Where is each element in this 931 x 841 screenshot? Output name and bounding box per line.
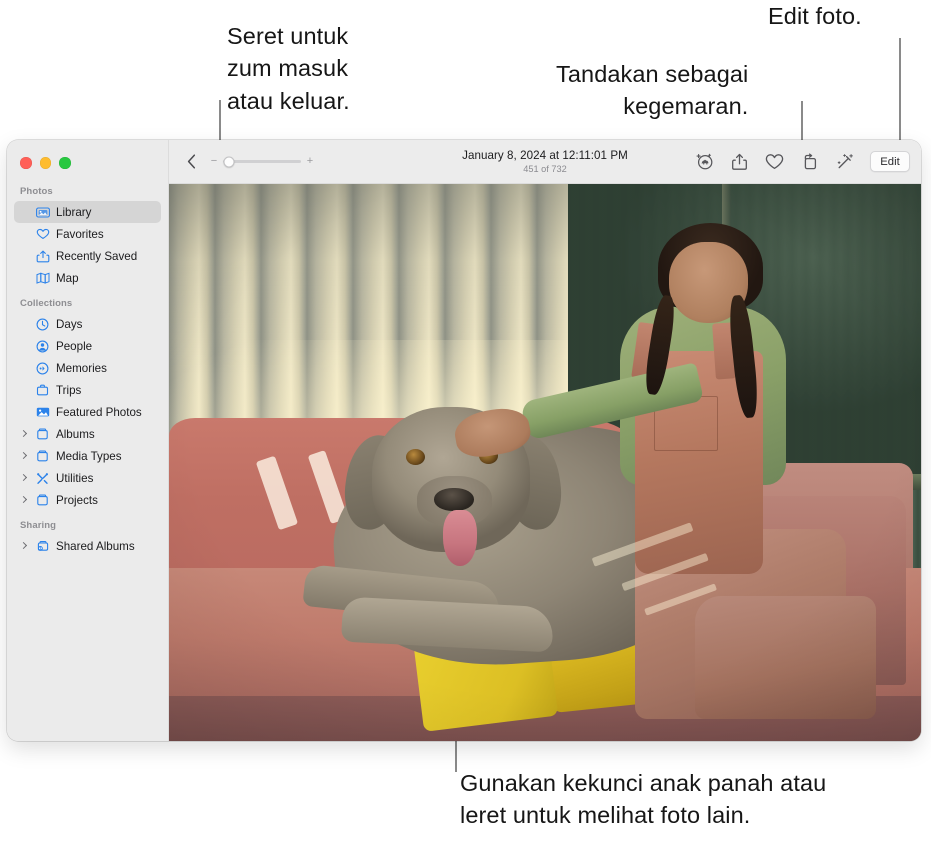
traffic-lights — [7, 147, 168, 177]
sidebar-item-memories[interactable]: Memories — [14, 357, 161, 379]
maximize-button[interactable] — [59, 157, 71, 169]
toolbar: − + January 8, 2024 at 12:11:01 PM 451 o… — [169, 140, 921, 184]
sidebar-item-label: Trips — [56, 383, 82, 397]
trips-icon — [35, 383, 50, 397]
sidebar-item-recently-saved[interactable]: Recently Saved — [14, 245, 161, 267]
toolbar-actions: Edit — [695, 151, 910, 172]
sidebar-item-projects[interactable]: Projects — [14, 489, 161, 511]
minimize-button[interactable] — [39, 157, 51, 169]
sidebar-item-utilities[interactable]: Utilities — [14, 467, 161, 489]
photo-vignette — [169, 184, 921, 741]
shared-album-icon — [35, 539, 50, 553]
sidebar-item-media-types[interactable]: Media Types — [14, 445, 161, 467]
sidebar-item-map[interactable]: Map — [14, 267, 161, 289]
content-pane: − + January 8, 2024 at 12:11:01 PM 451 o… — [169, 140, 921, 741]
photo-position-counter: 451 of 732 — [523, 163, 567, 174]
recently-saved-icon — [35, 249, 50, 263]
utilities-icon — [35, 471, 50, 485]
sidebar-item-label: People — [56, 339, 93, 353]
share-icon[interactable] — [730, 152, 749, 171]
person-icon — [35, 339, 50, 353]
edit-button[interactable]: Edit — [870, 151, 910, 172]
sidebar-item-label: Albums — [56, 427, 95, 441]
zoom-in-label[interactable]: + — [306, 156, 314, 167]
featured-photos-icon — [35, 405, 50, 419]
heart-icon — [35, 227, 50, 241]
sidebar: Photos Library Favorites Recently Saved … — [7, 140, 169, 741]
sidebar-item-days[interactable]: Days — [14, 313, 161, 335]
callout-favorite-text: Tandakan sebagai kegemaran. — [556, 61, 749, 120]
sidebar-item-label: Featured Photos — [56, 405, 142, 419]
chevron-right-icon[interactable] — [20, 495, 29, 505]
zoom-slider-knob[interactable] — [223, 156, 235, 167]
toolbar-left-group: − + — [181, 151, 314, 173]
clock-icon — [35, 317, 50, 331]
close-button[interactable] — [20, 157, 32, 169]
enhance-icon[interactable] — [835, 152, 854, 171]
map-icon — [35, 271, 50, 285]
sidebar-item-label: Projects — [56, 493, 98, 507]
sidebar-item-albums[interactable]: Albums — [14, 423, 161, 445]
zoom-out-label[interactable]: − — [210, 156, 218, 167]
sidebar-item-featured-photos[interactable]: Featured Photos — [14, 401, 161, 423]
callout-edit-leader — [899, 38, 901, 153]
photos-window: Photos Library Favorites Recently Saved … — [7, 140, 921, 741]
sidebar-item-people[interactable]: People — [14, 335, 161, 357]
chevron-right-icon[interactable] — [20, 541, 29, 551]
sidebar-item-label: Shared Albums — [56, 539, 135, 553]
sidebar-item-label: Memories — [56, 361, 107, 375]
sidebar-section-sharing: Sharing — [20, 520, 57, 531]
zoom-slider[interactable]: − + — [210, 156, 314, 167]
chevron-right-icon[interactable] — [20, 451, 29, 461]
back-button[interactable] — [181, 151, 201, 173]
sidebar-item-favorites[interactable]: Favorites — [14, 223, 161, 245]
sidebar-item-label: Media Types — [56, 449, 122, 463]
sidebar-item-label: Days — [56, 317, 83, 331]
screenshot-canvas: Seret untuk zum masuk atau keluar. Tanda… — [0, 0, 931, 841]
photo-timestamp: January 8, 2024 at 12:11:01 PM — [462, 149, 628, 163]
sidebar-item-label: Utilities — [56, 471, 94, 485]
callout-navigate-text: Gunakan kekunci anak panah atau leret un… — [460, 770, 827, 829]
sidebar-item-label: Map — [56, 271, 79, 285]
zoom-slider-track[interactable] — [223, 156, 301, 167]
sidebar-section-collections: Collections — [20, 298, 73, 309]
sidebar-item-shared-albums[interactable]: Shared Albums — [14, 535, 161, 557]
album-icon — [35, 427, 50, 441]
chevron-right-icon[interactable] — [20, 473, 29, 483]
album-icon — [35, 493, 50, 507]
sidebar-item-label: Favorites — [56, 227, 104, 241]
photo-image[interactable] — [169, 184, 921, 741]
library-icon — [35, 205, 50, 219]
sidebar-item-label: Library — [56, 205, 92, 219]
album-icon — [35, 449, 50, 463]
photo-viewer[interactable] — [169, 184, 921, 741]
visual-lookup-pet-icon[interactable] — [695, 152, 714, 171]
sidebar-item-library[interactable]: Library — [14, 201, 161, 223]
sidebar-item-trips[interactable]: Trips — [14, 379, 161, 401]
memories-icon — [35, 361, 50, 375]
chevron-right-icon[interactable] — [20, 429, 29, 439]
rotate-icon[interactable] — [800, 152, 819, 171]
callout-zoom-text: Seret untuk zum masuk atau keluar. — [227, 23, 350, 114]
callout-edit-text: Edit foto. — [768, 3, 862, 29]
sidebar-section-photos: Photos — [20, 186, 53, 197]
sidebar-item-label: Recently Saved — [56, 249, 138, 263]
heart-icon[interactable] — [765, 152, 784, 171]
